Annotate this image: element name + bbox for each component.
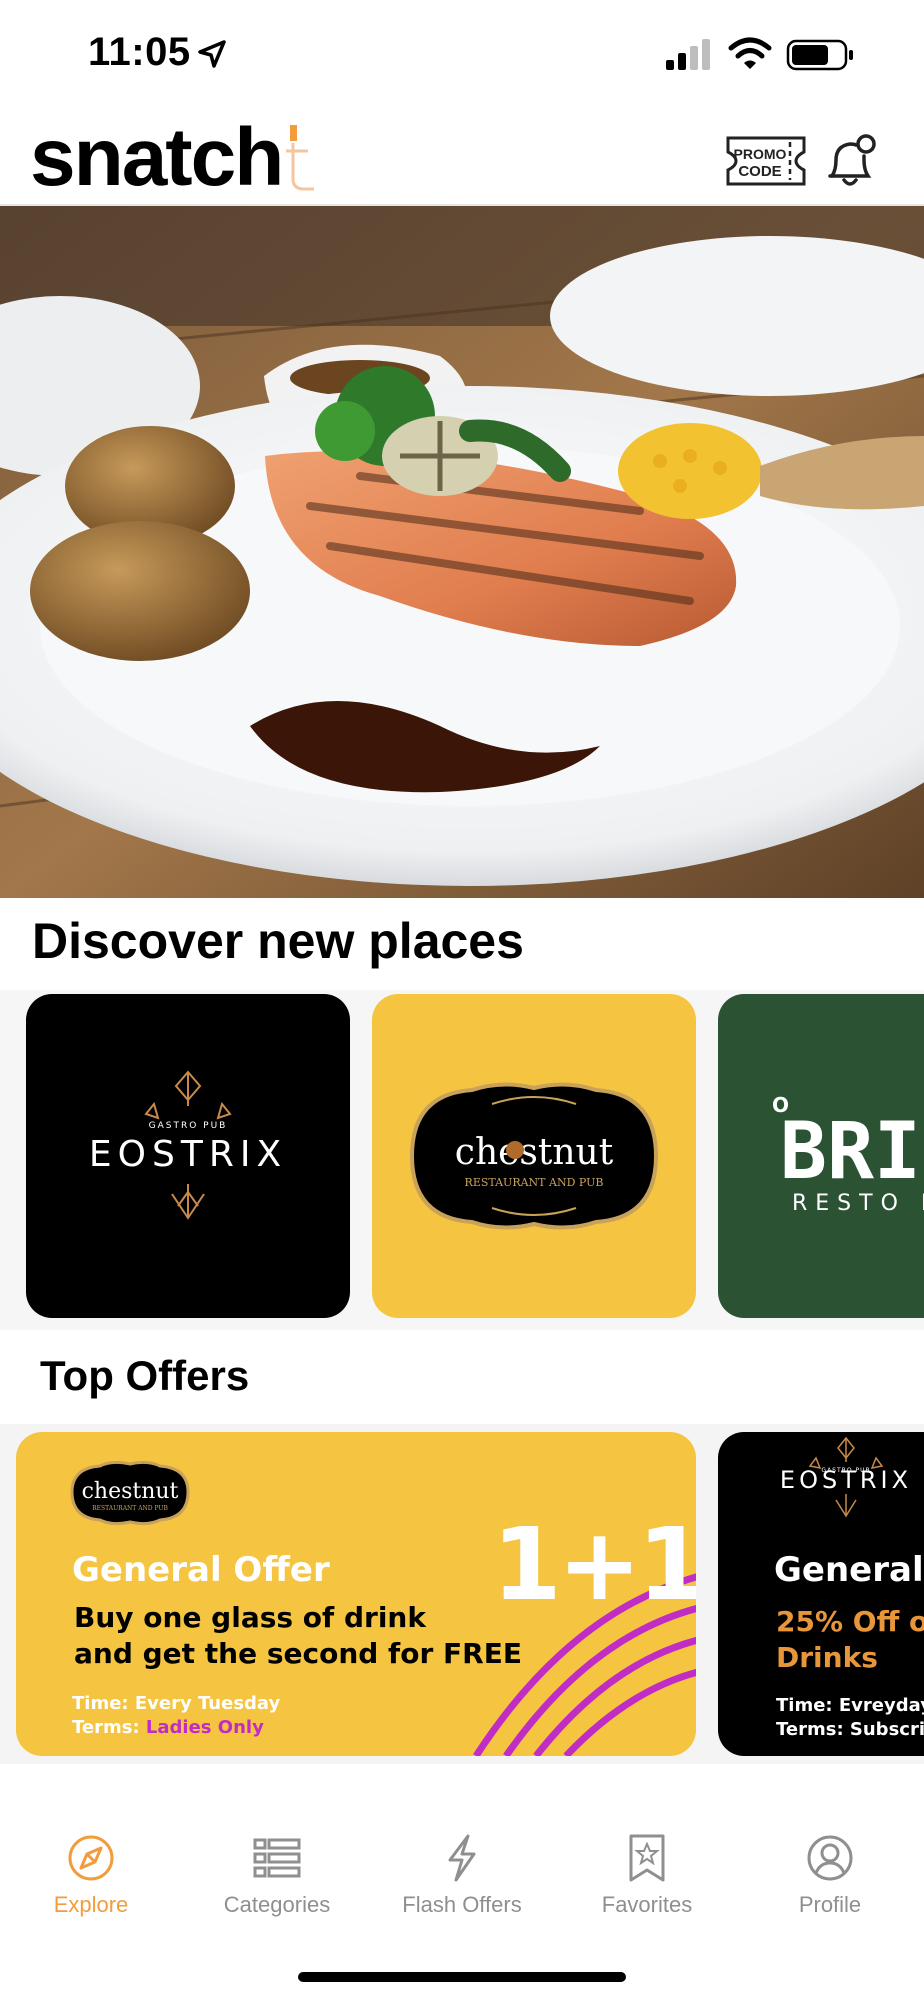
home-indicator[interactable] — [298, 1972, 626, 1982]
svg-text:CODE: CODE — [738, 163, 781, 180]
compass-icon — [68, 1835, 114, 1881]
offer-description-line: Drinks — [776, 1641, 878, 1674]
tab-profile[interactable]: Profile — [745, 1834, 915, 1944]
svg-text:BRI: BRI — [780, 1107, 921, 1197]
chestnut-logo: chestnut RESTAURANT AND PUB — [409, 1082, 659, 1230]
offer-terms-value: Ladies Only — [145, 1717, 264, 1738]
offer-type: General Offer — [72, 1550, 330, 1590]
offer-card-eostrix[interactable]: GASTRO PUB EOSTRIX General 25% Off o Dri… — [718, 1432, 924, 1756]
list-icon — [253, 1838, 301, 1878]
discover-section-title: Discover new places — [32, 913, 524, 969]
eostrix-logo: GASTRO PUB EOSTRIX — [89, 1070, 287, 1220]
offer-description-line: and get the second for FREE — [74, 1637, 522, 1670]
brick-resto-logo: O BRI RESTO F — [772, 1093, 924, 1216]
offer-terms: Terms: Ladies Only — [72, 1716, 280, 1740]
svg-text:EOSTRIX: EOSTRIX — [89, 1134, 287, 1175]
hero-banner-image[interactable] — [0, 206, 924, 898]
bell-icon — [828, 134, 876, 186]
offer-description-line: 25% Off o — [776, 1605, 924, 1638]
offer-time: Time: Evreyday — [776, 1695, 924, 1716]
offer-terms: Terms: Subscri — [776, 1719, 924, 1740]
cellular-signal-icon — [666, 39, 710, 70]
offer-badge: 1+1 — [492, 1506, 696, 1623]
location-arrow-icon — [198, 40, 226, 68]
status-time: 11:05 — [88, 30, 191, 74]
offer-meta: Time: Evreyday Terms: Subscri — [776, 1694, 924, 1742]
tab-label: Profile — [798, 1892, 862, 1917]
lightning-icon — [448, 1834, 476, 1882]
offer-description: Buy one glass of drink and get the secon… — [74, 1600, 522, 1672]
top-offers-carousel[interactable]: chestnut RESTAURANT AND PUB 1+1 General … — [0, 1424, 924, 1764]
battery-icon — [786, 39, 853, 71]
status-bar: 11:05 — [0, 0, 924, 110]
promo-code-button[interactable]: PROMO CODE — [724, 134, 808, 188]
tab-favorites[interactable]: Favorites — [562, 1834, 732, 1944]
svg-text:RESTO F: RESTO F — [792, 1191, 924, 1216]
offer-description: 25% Off o Drinks — [776, 1604, 924, 1676]
tab-label: Categories — [223, 1892, 331, 1917]
svg-text:RESTAURANT AND PUB: RESTAURANT AND PUB — [465, 1176, 604, 1189]
tab-categories[interactable]: Categories — [192, 1834, 362, 1944]
user-icon — [807, 1835, 853, 1881]
promo-ticket-icon: PROMO CODE — [726, 136, 806, 186]
svg-text:PROMO: PROMO — [734, 146, 787, 162]
discover-carousel[interactable]: GASTRO PUB EOSTRIX chestnut RESTAURANT A… — [0, 990, 924, 1330]
tab-label: Favorites — [601, 1892, 693, 1917]
tab-label: Flash Offers — [402, 1892, 522, 1917]
logo-wordmark: snatch — [30, 112, 284, 203]
svg-text:chestnut: chestnut — [82, 1479, 179, 1504]
place-card-eostrix[interactable]: GASTRO PUB EOSTRIX — [26, 994, 350, 1318]
grilled-salmon-plate-image — [0, 206, 924, 898]
place-card-brick[interactable]: O BRI RESTO F — [718, 994, 924, 1318]
tab-flash-offers[interactable]: Flash Offers — [377, 1834, 547, 1944]
bottom-tab-bar: Explore Categories Flash Offers Favorite… — [0, 1790, 924, 2000]
offer-terms-label: Terms: — [72, 1717, 146, 1738]
offer-time: Time: Every Tuesday — [72, 1693, 281, 1714]
bookmark-star-icon — [629, 1834, 665, 1882]
app-header: snatch PROMO CODE — [0, 110, 924, 206]
wifi-icon — [728, 37, 772, 69]
offer-meta: Time: Every Tuesday Terms: Ladies Only — [72, 1692, 280, 1740]
tab-label: Explore — [53, 1892, 129, 1917]
svg-text:chestnut: chestnut — [455, 1132, 614, 1173]
svg-text:EOSTRIX: EOSTRIX — [780, 1466, 912, 1494]
svg-text:GASTRO PUB: GASTRO PUB — [149, 1121, 228, 1131]
place-card-chestnut[interactable]: chestnut RESTAURANT AND PUB — [372, 994, 696, 1318]
offer-card-chestnut[interactable]: chestnut RESTAURANT AND PUB 1+1 General … — [16, 1432, 696, 1756]
svg-text:RESTAURANT AND PUB: RESTAURANT AND PUB — [92, 1505, 168, 1512]
notifications-button[interactable] — [822, 132, 878, 192]
tab-explore[interactable]: Explore — [6, 1834, 176, 1944]
snatch-logo[interactable]: snatch — [30, 110, 318, 206]
offer-description-line: Buy one glass of drink — [74, 1601, 426, 1634]
top-offers-section-title: Top Offers — [40, 1352, 250, 1399]
offer-type: General — [774, 1550, 924, 1590]
logo-t-glyph — [286, 125, 315, 191]
